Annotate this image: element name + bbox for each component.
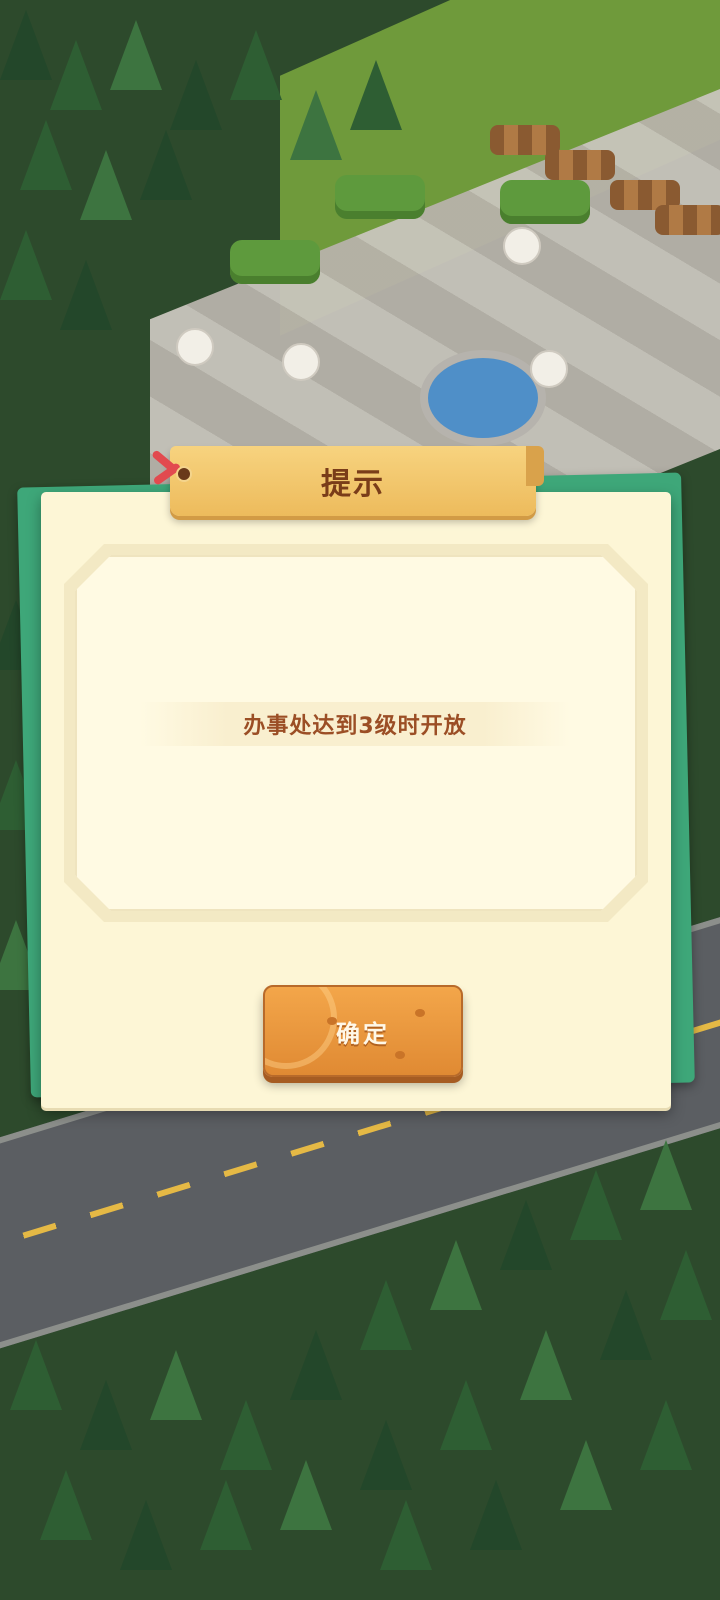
pine-tree (20, 120, 72, 190)
pine-tree (560, 1440, 612, 1510)
pine-tree (80, 150, 132, 220)
flower-hedge (335, 175, 425, 219)
fountain (420, 350, 546, 446)
pine-tree (470, 1480, 522, 1550)
pine-tree (290, 1330, 342, 1400)
pine-tree (350, 60, 402, 130)
flower-hedge (230, 240, 320, 284)
pine-tree (40, 1470, 92, 1540)
wood-knot-icon (415, 1009, 425, 1017)
wood-knot-icon (395, 1051, 405, 1059)
pine-tree (60, 260, 112, 330)
pine-tree (500, 1200, 552, 1270)
pine-tree (430, 1240, 482, 1310)
pine-tree (10, 1340, 62, 1410)
pin-icon (176, 466, 192, 482)
log-pile (655, 205, 720, 235)
game-screen: 办事处达到3级时开放 提示 确定 (0, 0, 720, 1600)
pine-tree (230, 30, 282, 100)
pine-tree (150, 1350, 202, 1420)
pine-tree (570, 1170, 622, 1240)
resource-bubble[interactable] (503, 227, 541, 265)
pine-tree (170, 60, 222, 130)
pine-tree (110, 20, 162, 90)
pine-tree (80, 1380, 132, 1450)
pine-tree (520, 1330, 572, 1400)
dialog-title-banner: 提示 (170, 446, 544, 516)
pine-tree (360, 1420, 412, 1490)
pine-tree (220, 1400, 272, 1470)
pine-tree (0, 10, 52, 80)
pine-tree (290, 90, 342, 160)
log-pile (545, 150, 615, 180)
pine-tree (280, 1460, 332, 1530)
banner-fold (526, 446, 544, 486)
pine-tree (140, 130, 192, 200)
confirm-button-label: 确定 (336, 1019, 390, 1048)
confirm-button[interactable]: 确定 (263, 985, 463, 1077)
pine-tree (600, 1290, 652, 1360)
pine-tree (200, 1480, 252, 1550)
flower-hedge (500, 180, 590, 224)
resource-bubble[interactable] (530, 350, 568, 388)
pine-tree (660, 1250, 712, 1320)
pine-tree (640, 1140, 692, 1210)
pine-tree (120, 1500, 172, 1570)
pine-tree (440, 1380, 492, 1450)
pine-tree (50, 40, 102, 110)
resource-bubble[interactable] (282, 343, 320, 381)
pine-tree (640, 1400, 692, 1470)
pine-tree (380, 1500, 432, 1570)
resource-bubble[interactable] (176, 328, 214, 366)
dialog-title: 提示 (321, 467, 385, 502)
pine-tree (0, 230, 52, 300)
pine-tree (360, 1280, 412, 1350)
dialog-message: 办事处达到3级时开放 (243, 714, 467, 739)
message-strip: 办事处达到3级时开放 (140, 702, 570, 746)
